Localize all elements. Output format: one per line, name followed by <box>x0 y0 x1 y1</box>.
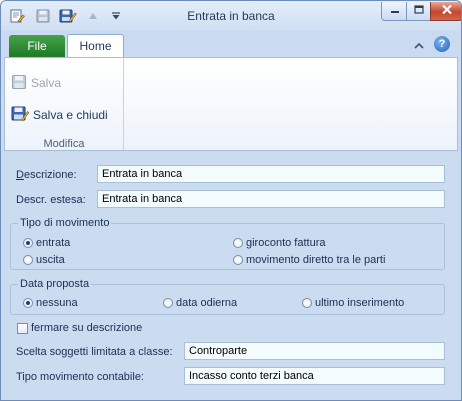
radio-dot <box>23 238 33 248</box>
salva-button[interactable]: Salva <box>11 72 61 94</box>
maximize-button[interactable] <box>406 2 432 21</box>
tab-file[interactable]: File <box>9 35 65 57</box>
fermare-label: fermare su descrizione <box>31 322 143 334</box>
quick-save-floppy-icon[interactable] <box>34 7 52 25</box>
quick-save-close-floppy-pen-icon[interactable] <box>58 7 78 25</box>
radio-data-odierna[interactable]: data odierna <box>163 297 237 309</box>
scelta-soggetti-input[interactable] <box>184 342 445 360</box>
group-label-modifica: Modifica <box>43 138 85 150</box>
customize-dropdown-arrow-icon[interactable] <box>109 7 123 25</box>
maximize-icon <box>414 5 424 17</box>
radio-dot <box>23 298 33 308</box>
descr-estesa-input[interactable] <box>97 190 445 208</box>
radio-entrata-label: entrata <box>36 237 71 249</box>
ribbon-panel: Salva Salva e chiudi Modifica <box>4 57 458 151</box>
salva-e-chiudi-label: Salva e chiudi <box>33 108 108 122</box>
tipo-contabile-label: Tipo movimento contabile: <box>16 371 144 383</box>
help-icon[interactable]: ? <box>434 36 450 52</box>
floppy-disk-icon <box>11 74 27 93</box>
radio-dot <box>163 298 173 308</box>
title-bar: Entrata in banca <box>1 1 461 31</box>
app-document-edit-icon[interactable] <box>8 7 26 25</box>
radio-dot <box>302 298 312 308</box>
radio-dot <box>23 255 33 265</box>
window-title: Entrata in banca <box>187 9 275 23</box>
form-area: Descrizione: Descr. estesa: Tipo di movi… <box>4 154 458 398</box>
close-icon <box>441 4 453 18</box>
close-button[interactable] <box>430 2 461 21</box>
radio-nessuna-label: nessuna <box>36 297 78 309</box>
ribbon-group-modifica: Salva Salva e chiudi Modifica <box>5 58 124 150</box>
tipo-movimento-title: Tipo di movimento <box>18 217 112 229</box>
data-proposta-title: Data proposta <box>18 278 92 290</box>
radio-ultimo-inserimento-label: ultimo inserimento <box>315 297 405 309</box>
radio-dot <box>233 238 243 248</box>
window: Entrata in banca File Home ? Salva Salva… <box>0 0 462 401</box>
ribbon-tab-row: File Home <box>1 31 461 57</box>
salva-label: Salva <box>31 76 62 90</box>
radio-entrata[interactable]: entrata <box>23 237 70 249</box>
minimize-button[interactable] <box>381 2 408 21</box>
fermare-checkbox[interactable]: fermare su descrizione <box>17 322 142 334</box>
radio-movimento-diretto[interactable]: movimento diretto tra le parti <box>233 254 385 266</box>
scelta-soggetti-label: Scelta soggetti limitata a classe: <box>16 346 173 358</box>
checkbox-box <box>17 322 28 334</box>
tab-home[interactable]: Home <box>67 34 124 57</box>
salva-e-chiudi-button[interactable]: Salva e chiudi <box>11 104 108 126</box>
arrow-up-icon[interactable] <box>86 7 100 25</box>
floppy-disk-pen-icon <box>11 105 30 126</box>
descr-estesa-label: Descr. estesa: <box>16 194 86 206</box>
tipo-contabile-input[interactable] <box>184 367 445 385</box>
ribbon-collapse-chevron-up-icon[interactable] <box>412 38 426 52</box>
radio-data-odierna-label: data odierna <box>176 297 238 309</box>
radio-ultimo-inserimento[interactable]: ultimo inserimento <box>302 297 404 309</box>
radio-nessuna[interactable]: nessuna <box>23 297 78 309</box>
minimize-icon <box>390 5 400 17</box>
descrizione-label: Descrizione: <box>16 169 77 181</box>
descrizione-label-text: escrizione: <box>23 169 77 181</box>
radio-giroconto-label: giroconto fattura <box>246 237 326 249</box>
descrizione-input[interactable] <box>97 165 445 183</box>
radio-uscita[interactable]: uscita <box>23 254 65 266</box>
radio-movimento-diretto-label: movimento diretto tra le parti <box>246 254 386 266</box>
radio-dot <box>233 255 243 265</box>
radio-giroconto-fattura[interactable]: giroconto fattura <box>233 237 326 249</box>
radio-uscita-label: uscita <box>36 254 65 266</box>
